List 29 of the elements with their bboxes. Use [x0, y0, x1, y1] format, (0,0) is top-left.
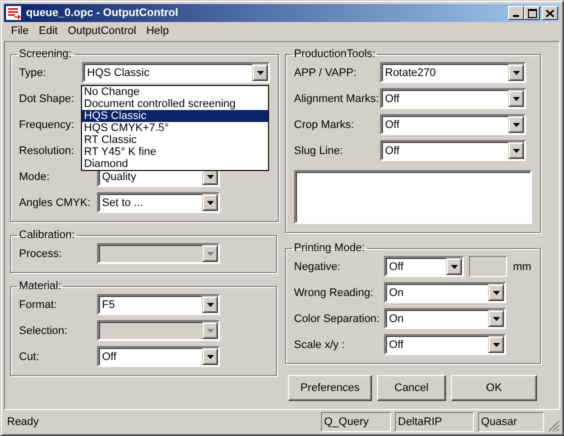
field-label: APP / VAPP: [294, 66, 357, 78]
field-label: Type: [19, 66, 46, 78]
field-label: Wrong Reading: [294, 286, 374, 298]
field-label: Selection: [19, 324, 68, 336]
group-title: Material: [18, 280, 62, 292]
field-label: Resolution: [19, 144, 74, 156]
field-label: Format: [19, 298, 57, 310]
unit-label: mm [513, 260, 532, 272]
field-label: Negative: [294, 260, 340, 272]
field-label: Mode: [19, 170, 50, 182]
status-text: Ready [6, 415, 40, 430]
field-label: Scale x/y : [294, 338, 345, 350]
field-label: Slug Line: [294, 144, 343, 156]
status-pane: Quasar [478, 412, 544, 432]
field-label: Cut: [19, 350, 40, 362]
status-pane: Q_Query [321, 412, 391, 432]
field-label: Frequency: [19, 118, 74, 130]
group-title: Calibration: [18, 229, 76, 241]
field-label: Process: [19, 248, 62, 260]
group-title: ProductionTools: [293, 48, 376, 60]
field-label: Crop Marks: [294, 118, 354, 130]
field-label: Alignment Marks: [294, 92, 379, 104]
window-title: queue_0.opc - OutputControl [26, 7, 180, 19]
field-label: Angles CMYK: [19, 196, 91, 208]
group-title: Screening: [18, 48, 73, 60]
group-title: Printing Mode: [293, 242, 366, 254]
field-label: Color Separation: [294, 312, 380, 324]
status-pane: DeltaRIP [395, 412, 474, 432]
field-label: Dot Shape: [19, 92, 74, 104]
